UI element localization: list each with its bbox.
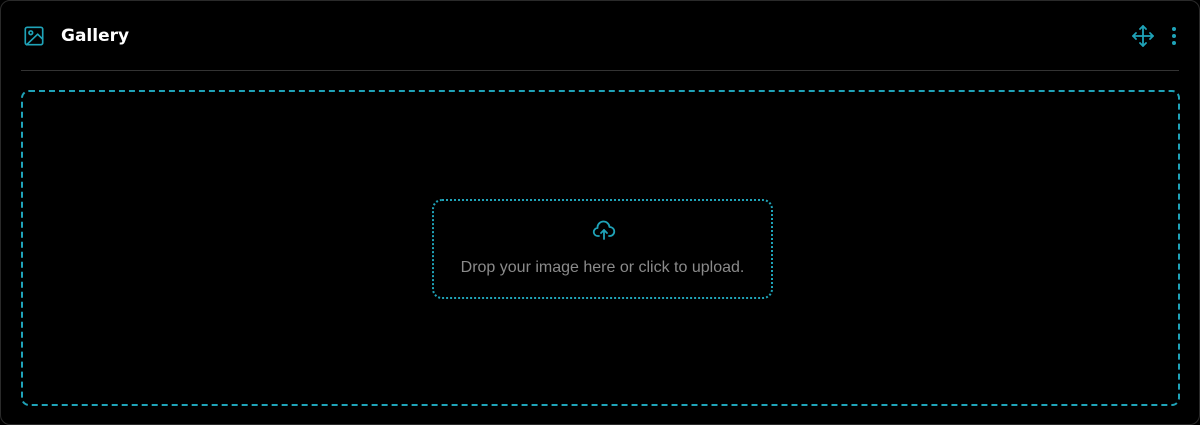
panel-title: Gallery bbox=[61, 26, 130, 46]
image-icon bbox=[24, 26, 44, 46]
panel-header: Gallery bbox=[21, 1, 1179, 71]
more-vertical-icon[interactable] bbox=[1169, 25, 1179, 47]
upload-prompt: Drop your image here or click to upload. bbox=[460, 259, 745, 276]
gallery-panel: Gallery Drop your image here or click to… bbox=[0, 0, 1200, 425]
image-dropzone[interactable]: Drop your image here or click to upload. bbox=[21, 90, 1180, 406]
cloud-upload-icon bbox=[592, 220, 616, 240]
move-arrows-icon[interactable] bbox=[1131, 24, 1155, 48]
upload-button[interactable]: Drop your image here or click to upload. bbox=[432, 199, 773, 299]
